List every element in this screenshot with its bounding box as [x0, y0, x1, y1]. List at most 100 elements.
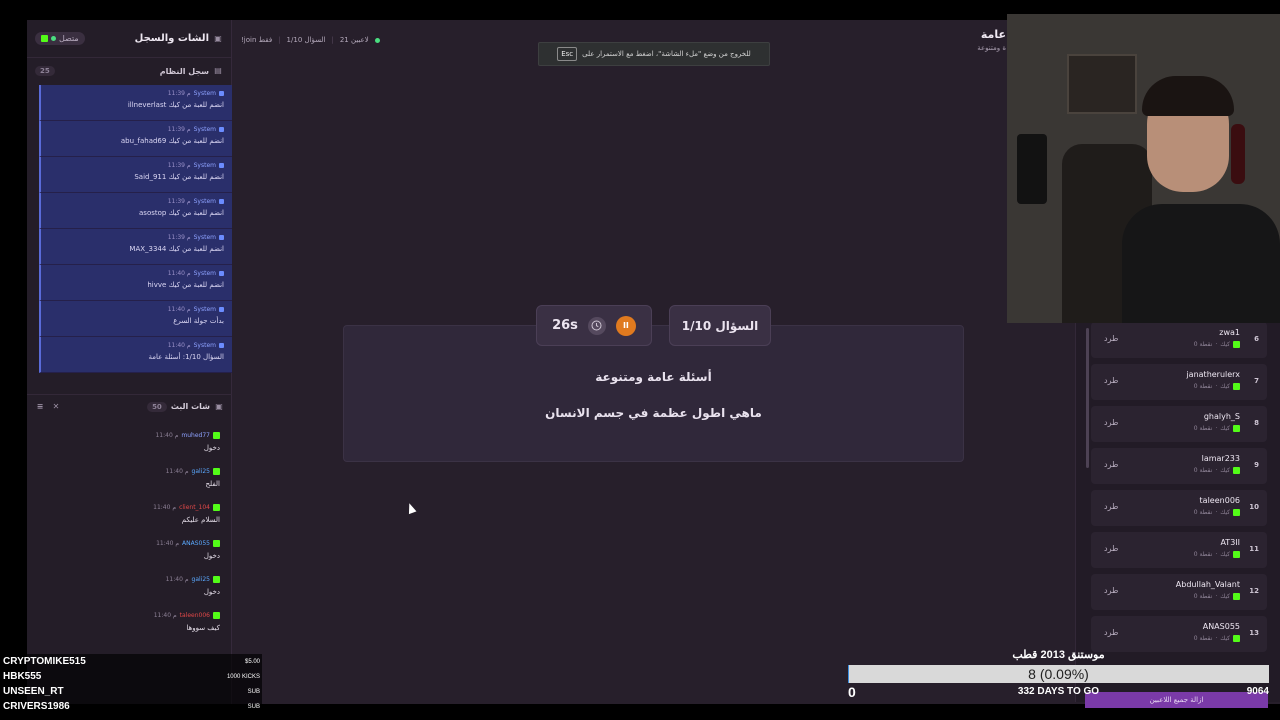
timer-pill: 26s II	[536, 305, 652, 346]
system-icon	[219, 307, 224, 312]
chat-text: كيف سووها	[186, 624, 220, 632]
system-log-item: 11:40 م System بدأت جولة السرع	[39, 301, 232, 337]
chat-user[interactable]: taleen006	[180, 612, 210, 619]
log-user: System	[193, 198, 216, 205]
log-time: 11:39 م	[167, 234, 191, 241]
chat-user[interactable]: muhed77	[181, 432, 210, 439]
esc-key: Esc	[557, 47, 578, 61]
players-scrollbar[interactable]	[1086, 328, 1089, 468]
supporter-name: HBK555	[3, 671, 42, 682]
webcam-feed	[1007, 14, 1280, 323]
log-user: System	[193, 306, 216, 313]
player-row: طرد AT3II 0 نقطة · كيك 11	[1091, 532, 1267, 568]
kick-icon	[1233, 425, 1240, 432]
kick-player-button[interactable]: طرد	[1104, 544, 1118, 553]
system-log-item: 11:39 م System illneverlast انضم للعبة من …	[39, 85, 232, 121]
online-status: متصل	[35, 32, 85, 45]
player-meta: 0 نقطة · كيك	[1194, 383, 1240, 390]
room-subtitle: ة ومتنوعة	[977, 44, 1006, 52]
player-rank: 7	[1254, 377, 1259, 385]
log-message: Said_911 انضم للعبة من كيك	[134, 173, 224, 181]
chat-bubble-icon: ▣	[214, 33, 222, 43]
chat-user[interactable]: ANAS055	[182, 540, 210, 547]
supporter-amount: SUB	[247, 688, 260, 695]
player-platform: كيك	[1220, 467, 1230, 474]
syslog-count: 25	[35, 66, 55, 76]
system-icon	[219, 199, 224, 204]
players-panel: طرد zwa1 0 نقطة · كيك 6 طرد janatherulerx 0 نقطة…	[1075, 322, 1280, 702]
chat-time: 11:40 م	[153, 612, 177, 619]
chat-title: شات البث	[170, 402, 210, 411]
log-time: 11:40 م	[167, 270, 191, 277]
player-platform: كيك	[1220, 341, 1230, 348]
log-message: MAX_3344 انضم للعبة من كيك	[129, 245, 224, 253]
log-message: abu_fahad69 انضم للعبة من كيك	[120, 137, 224, 145]
chat-user[interactable]: client_104	[179, 504, 210, 511]
system-log-item: 11:40 م System السؤال 1/10: أسئلة عامة	[39, 337, 232, 373]
room-title: عامة ة ومتنوعة	[977, 28, 1006, 52]
log-message: illneverlast انضم للعبة من كيك	[127, 101, 224, 109]
pause-button[interactable]: II	[615, 315, 636, 336]
chat-message: 11:40 م taleen006 كيف سووها	[27, 610, 232, 646]
goal-days: 332 DAYS TO GO	[1017, 686, 1100, 697]
system-log-item: 11:39 م System MAX_3344 انضم للعبة من كيك	[39, 229, 232, 265]
supporter-row: UNSEEN_RT SUB	[0, 684, 262, 699]
system-icon	[219, 91, 224, 96]
question-counter: السؤال 1/10	[681, 318, 759, 333]
kick-player-button[interactable]: طرد	[1104, 418, 1118, 427]
kick-player-button[interactable]: طرد	[1104, 502, 1118, 511]
fullscreen-banner: Esc للخروج من وضع "ملء الشاشة"، اضغط مع …	[538, 42, 770, 66]
kick-icon	[1233, 635, 1240, 642]
system-icon	[219, 271, 224, 276]
supporter-row: CRIVERS1986 SUB	[0, 699, 262, 714]
player-row: طرد lamar233 0 نقطة · كيك 9	[1091, 448, 1267, 484]
filter-icon[interactable]: ≡	[35, 402, 45, 412]
question-text: ماهي اطول عظمة في جسم الانسان	[545, 406, 762, 420]
kick-player-button[interactable]: طرد	[1104, 628, 1118, 637]
system-log-item: 11:39 م System abu_fahad69 انضم للعبة من ك…	[39, 121, 232, 157]
kick-player-button[interactable]: طرد	[1104, 334, 1118, 343]
question-counter-pill: السؤال 1/10	[669, 305, 771, 346]
kick-icon	[213, 612, 220, 619]
trash-icon[interactable]: ✕	[51, 402, 61, 412]
kick-icon	[1233, 509, 1240, 516]
player-rank: 8	[1254, 419, 1259, 427]
fullscreen-hint: للخروج من وضع "ملء الشاشة"، اضغط مع الاس…	[582, 50, 751, 58]
chat-text: الفلح	[205, 480, 220, 488]
player-name: zwa1	[1219, 328, 1240, 337]
player-rank: 6	[1254, 335, 1259, 343]
supporter-row: HBK555 1000 KICKS	[0, 669, 262, 684]
chat-icon: ▣	[215, 401, 223, 411]
player-meta: 0 نقطة · كيك	[1194, 593, 1240, 600]
player-points: 0 نقطة	[1193, 467, 1213, 474]
system-log-item: 11:40 م System hivve انضم للعبة من كيك	[39, 265, 232, 301]
log-user: System	[193, 234, 216, 241]
player-meta: 0 نقطة · كيك	[1194, 551, 1240, 558]
player-rank: 13	[1249, 629, 1259, 637]
kick-icon	[213, 468, 220, 475]
chat-message: 11:40 م ANAS055 دخول	[27, 538, 232, 574]
player-meta: 0 نقطة · كيك	[1194, 341, 1240, 348]
kick-player-button[interactable]: طرد	[1104, 376, 1118, 385]
player-row: طرد zwa1 0 نقطة · كيك 6	[1091, 322, 1267, 358]
supporter-amount: SUB	[247, 703, 260, 710]
chat-user[interactable]: gali25	[192, 468, 210, 475]
syslog-header[interactable]: 25 سجل النظام ▤	[27, 58, 231, 84]
kick-icon	[213, 432, 220, 439]
player-name: AT3II	[1220, 538, 1240, 547]
kick-icon	[1233, 551, 1240, 558]
kick-player-button[interactable]: طرد	[1104, 460, 1118, 469]
chat-count: 50	[147, 401, 167, 412]
system-icon	[219, 127, 224, 132]
supporter-name: UNSEEN_RT	[3, 686, 64, 697]
supporter-name: CRIVERS1986	[3, 701, 70, 712]
sidebar-title-text: الشات والسجل	[134, 33, 209, 44]
online-label: متصل	[59, 34, 79, 43]
kick-player-button[interactable]: طرد	[1104, 586, 1118, 595]
player-platform: كيك	[1220, 593, 1230, 600]
sidebar-title: الشات والسجل ▣	[135, 33, 223, 44]
player-points: 0 نقطة	[1193, 425, 1213, 432]
player-platform: كيك	[1220, 383, 1230, 390]
chat-user[interactable]: gali25	[192, 576, 210, 583]
player-row: طرد janatherulerx 0 نقطة · كيك 7	[1091, 364, 1267, 400]
